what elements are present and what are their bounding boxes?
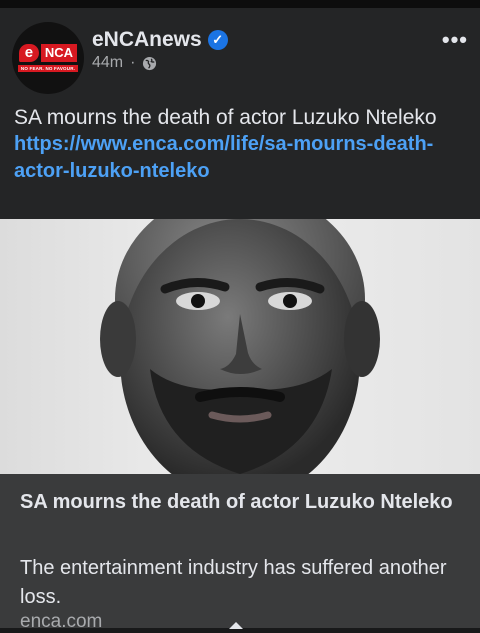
post-card: e NCA NO FEAR. NO FAVOUR. eNCAnews ✓ 44m…	[0, 8, 480, 632]
card-description: The entertainment industry has suffered …	[20, 557, 447, 608]
post-time[interactable]: 44m	[92, 54, 123, 72]
enca-logo: e NCA	[18, 44, 78, 62]
page-avatar[interactable]: e NCA NO FEAR. NO FAVOUR.	[12, 22, 84, 94]
logo-tagline: NO FEAR. NO FAVOUR.	[17, 65, 79, 72]
logo-text: NCA	[40, 44, 78, 62]
link-preview[interactable]: SA mourns the death of actor Luzuko Ntel…	[0, 474, 480, 632]
page-name[interactable]: eNCAnews	[92, 28, 202, 52]
page-name-row: eNCAnews ✓	[92, 28, 228, 52]
article-photo[interactable]	[0, 219, 480, 474]
globe-icon	[143, 56, 157, 70]
card-domain: enca.com	[20, 611, 103, 632]
status-strip	[0, 0, 480, 8]
card-title[interactable]: SA mourns the death of actor Luzuko Ntel…	[20, 488, 460, 517]
post-meta: 44m ·	[92, 54, 157, 72]
logo-mark: e	[18, 44, 39, 62]
post-body: SA mourns the death of actor Luzuko Ntel…	[14, 104, 454, 185]
post-message: SA mourns the death of actor Luzuko Ntel…	[14, 106, 437, 129]
portrait-image	[100, 219, 380, 474]
verified-badge-icon: ✓	[207, 30, 228, 50]
meta-separator: ·	[130, 54, 136, 71]
post-link[interactable]: https://www.enca.com/life/sa-mourns-deat…	[14, 131, 454, 185]
more-options-icon[interactable]: •••	[442, 29, 468, 51]
